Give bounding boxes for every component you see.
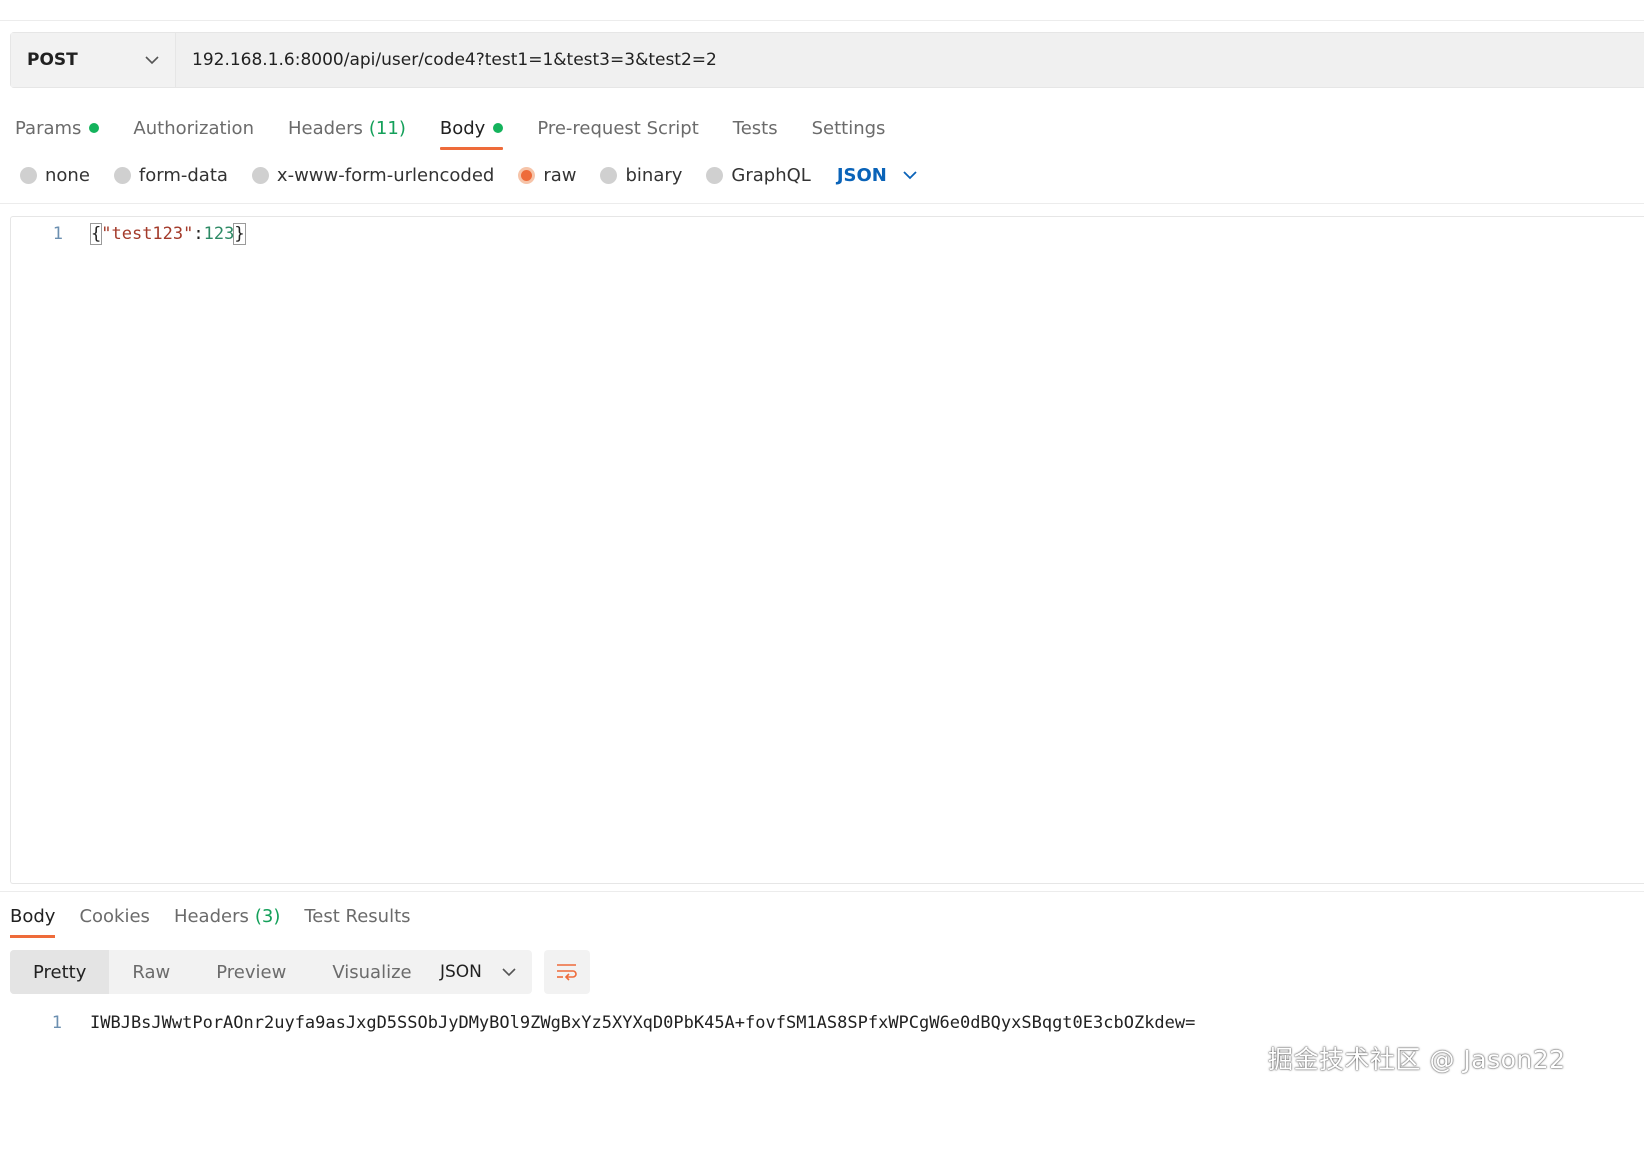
radio-urlencoded[interactable]: x-www-form-urlencoded <box>251 164 495 186</box>
request-body-editor[interactable]: 1 {"test123":123} <box>10 216 1644 884</box>
response-tab-test-results[interactable]: Test Results <box>304 900 410 932</box>
request-tabs: Params Authorization Headers (11) Body P… <box>15 108 919 150</box>
tab-label: Headers <box>173 905 249 927</box>
response-code-line: 1 IWBJBsJWwtPorAOnr2uyfa9asJxgD5SSObJyDM… <box>0 1010 1196 1036</box>
radio-raw[interactable]: raw <box>518 165 576 186</box>
view-preview[interactable]: Preview <box>193 950 309 994</box>
json-key: "test123" <box>101 224 194 244</box>
radio-icon <box>600 166 618 184</box>
tab-label: Authorization <box>133 117 254 139</box>
radio-selected-icon <box>518 166 536 184</box>
top-divider <box>0 20 1644 21</box>
radio-label: binary <box>625 164 683 186</box>
response-tab-headers[interactable]: Headers (3) <box>174 900 280 932</box>
json-value: 123 <box>203 224 235 244</box>
section-divider <box>0 203 1644 204</box>
watermark: 掘金技术社区 @ Jason22 <box>1268 1045 1566 1074</box>
radio-label: x-www-form-urlencoded <box>276 164 495 186</box>
body-type-options: none form-data x-www-form-urlencoded raw… <box>20 160 917 190</box>
radio-icon <box>251 166 269 184</box>
tab-label: Tests <box>732 117 778 139</box>
active-dot-icon <box>89 123 100 133</box>
line-number: 1 <box>52 224 63 244</box>
method-select[interactable]: POST <box>11 33 176 87</box>
radio-none[interactable]: none <box>20 165 90 186</box>
code-content: {"test123":123} <box>89 223 246 245</box>
radio-icon <box>113 166 131 184</box>
response-tabs: Body Cookies Headers (3) Test Results <box>10 900 435 938</box>
tab-label: Body <box>439 117 486 139</box>
wrap-lines-button[interactable] <box>544 950 590 994</box>
tab-params[interactable]: Params <box>15 112 100 144</box>
radio-icon <box>20 166 37 184</box>
radio-label: none <box>45 164 90 186</box>
view-pretty[interactable]: Pretty <box>10 950 110 994</box>
tab-headers[interactable]: Headers (11) <box>288 112 406 144</box>
tab-label: Headers <box>287 117 363 139</box>
tab-tests[interactable]: Tests <box>733 112 778 144</box>
tab-label: Params <box>15 117 82 139</box>
tab-label: Settings <box>811 117 886 139</box>
url-input[interactable]: 192.168.1.6:8000/api/user/code4?test1=1&… <box>176 33 1644 87</box>
view-mode-tabs: Pretty Raw Preview Visualize <box>10 950 435 994</box>
section-divider <box>0 891 1644 892</box>
json-colon: : <box>193 224 204 244</box>
wrap-lines-icon <box>557 964 577 981</box>
close-brace: } <box>233 223 246 245</box>
url-text: 192.168.1.6:8000/api/user/code4?test1=1&… <box>192 50 717 70</box>
chevron-down-icon <box>903 170 917 179</box>
tab-settings[interactable]: Settings <box>812 112 886 144</box>
body-language-select[interactable]: JSON <box>837 165 917 186</box>
chevron-down-icon <box>502 967 516 976</box>
method-label: POST <box>27 50 78 70</box>
tab-label: Test Results <box>304 905 411 927</box>
response-format-select[interactable]: JSON <box>424 950 532 994</box>
headers-count: (3) <box>254 905 281 927</box>
body-language-label: JSON <box>836 164 887 186</box>
tab-body[interactable]: Body <box>439 112 504 150</box>
tab-label: Pre-request Script <box>537 117 699 139</box>
radio-binary[interactable]: binary <box>600 165 682 186</box>
response-tab-cookies[interactable]: Cookies <box>79 900 149 932</box>
active-dot-icon <box>493 123 504 133</box>
radio-graphql[interactable]: GraphQL <box>706 164 811 186</box>
radio-label: form-data <box>138 164 228 186</box>
line-number: 1 <box>51 1013 62 1033</box>
radio-form-data[interactable]: form-data <box>113 164 228 186</box>
headers-count: (11) <box>368 117 406 139</box>
radio-label: GraphQL <box>731 164 811 186</box>
response-tab-body[interactable]: Body <box>10 900 56 938</box>
radio-label: raw <box>543 164 577 186</box>
view-raw[interactable]: Raw <box>109 950 193 994</box>
response-format-label: JSON <box>440 962 482 982</box>
view-visualize[interactable]: Visualize <box>309 950 434 994</box>
radio-icon <box>706 166 724 184</box>
tab-label: Cookies <box>79 905 150 927</box>
chevron-down-icon <box>145 55 159 64</box>
request-url-bar: POST 192.168.1.6:8000/api/user/code4?tes… <box>10 32 1644 88</box>
tab-pre-request-script[interactable]: Pre-request Script <box>537 112 698 144</box>
code-line: 1 {"test123":123} <box>11 221 246 247</box>
open-brace: { <box>89 223 103 245</box>
response-content: IWBJBsJWwtPorAOnr2uyfa9asJxgD5SSObJyDMyB… <box>90 1013 1196 1033</box>
tab-authorization[interactable]: Authorization <box>133 112 254 144</box>
tab-label: Body <box>10 905 56 927</box>
